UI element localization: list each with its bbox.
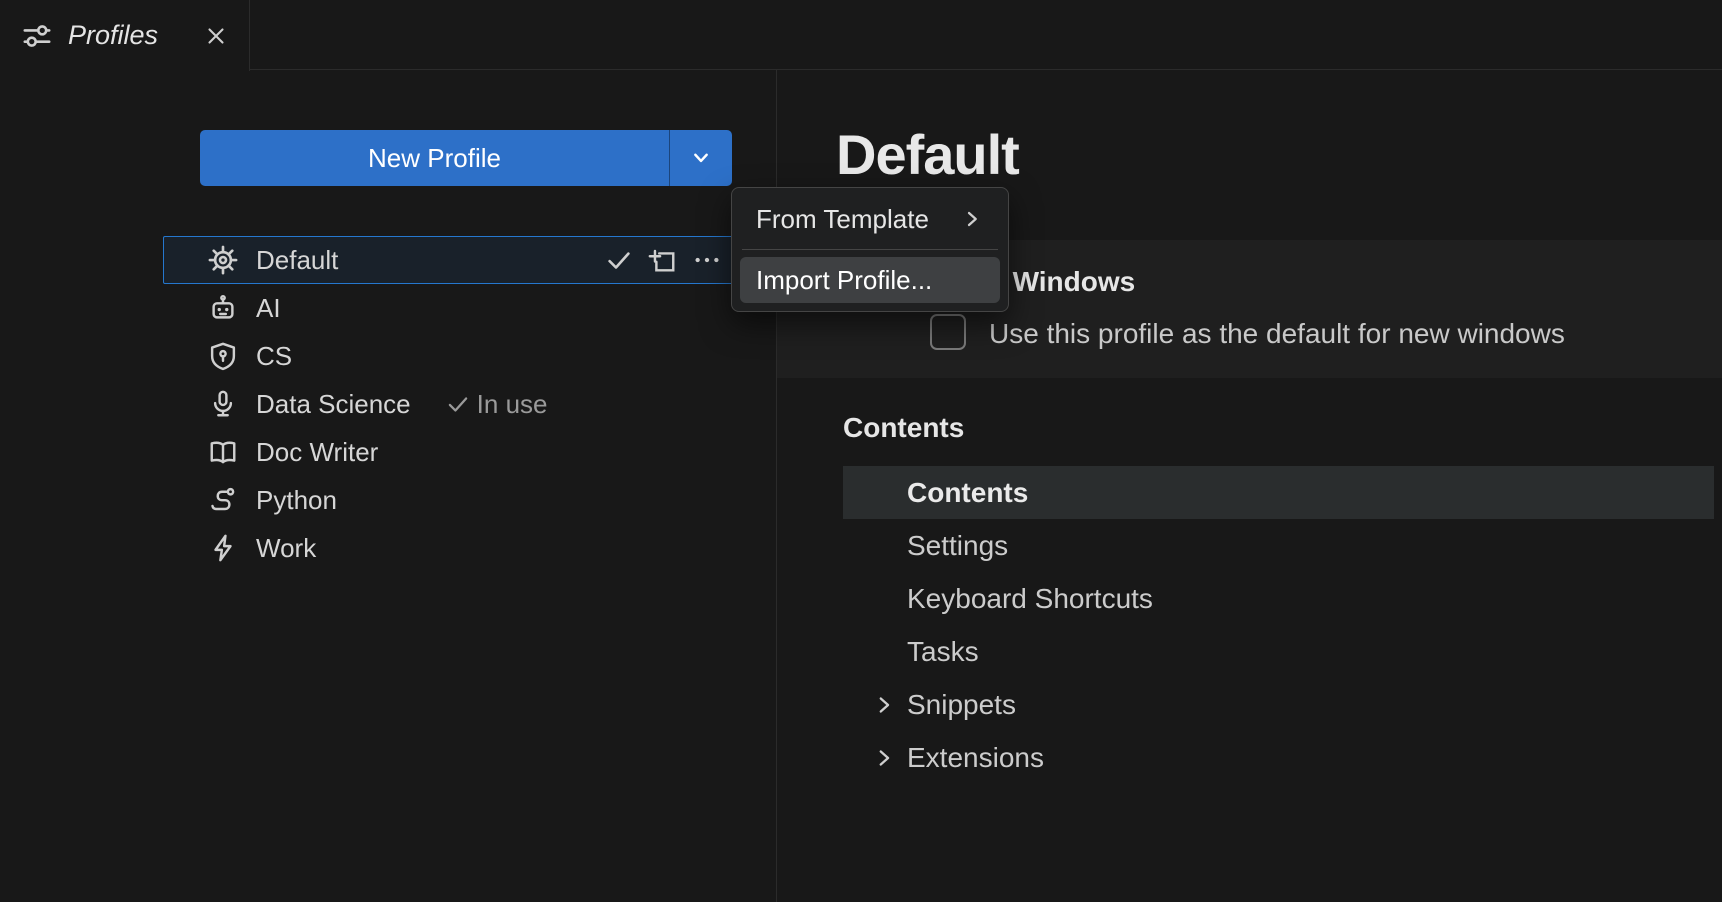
contents-heading: Contents [843, 412, 964, 444]
tree-row-label: Snippets [907, 689, 1016, 721]
profile-row-actions [604, 245, 724, 275]
tab-bar: Profiles [0, 0, 1722, 70]
profile-row-ai[interactable]: AI [163, 284, 735, 332]
tree-row-label: Tasks [907, 636, 979, 668]
robot-icon [208, 293, 238, 323]
tab-title: Profiles [68, 20, 187, 51]
tree-row-label: Extensions [907, 742, 1044, 774]
profiles-editor: Profiles New Profile [0, 0, 1722, 902]
menu-item-label: Import Profile... [756, 265, 932, 296]
more-actions-icon[interactable] [690, 245, 724, 275]
in-use-label: In use [477, 389, 548, 420]
profile-name: Python [256, 485, 337, 516]
in-use-badge: In use [445, 389, 548, 420]
check-icon [445, 391, 471, 417]
menu-item-import-profile[interactable]: Import Profile... [740, 257, 1000, 303]
chevron-down-icon [688, 145, 714, 171]
tree-row-snippets[interactable]: Snippets [843, 678, 1714, 731]
new-profile-split-button: New Profile [200, 130, 732, 186]
menu-item-label: From Template [756, 204, 929, 235]
gear-icon [208, 245, 238, 275]
profile-name: Data Science [256, 389, 411, 420]
snake-icon [208, 485, 238, 515]
profile-title: Default [836, 122, 1019, 187]
new-profile-dropdown-button[interactable] [670, 130, 732, 186]
new-window-icon[interactable] [647, 245, 677, 275]
profile-row-work[interactable]: Work [163, 524, 735, 572]
new-windows-checkbox-label: Use this profile as the default for new … [989, 318, 1565, 350]
profile-row-doc-writer[interactable]: Doc Writer [163, 428, 735, 476]
tree-row-label: Settings [907, 530, 1008, 562]
profile-list: Default [163, 236, 735, 572]
profile-name: Doc Writer [256, 437, 378, 468]
menu-item-from-template[interactable]: From Template [740, 196, 1000, 242]
tab-profiles[interactable]: Profiles [0, 0, 250, 71]
settings-sliders-icon [22, 21, 52, 51]
book-icon [208, 437, 238, 467]
contents-tree: Contents Settings Keyboard Shortcuts Tas… [843, 466, 1714, 784]
profile-name: AI [256, 293, 281, 324]
profile-row-python[interactable]: Python [163, 476, 735, 524]
new-profile-dropdown-menu: From Template Import Profile... [731, 187, 1009, 312]
chevron-right-icon [960, 207, 984, 231]
profile-row-cs[interactable]: CS [163, 332, 735, 380]
tree-row-keyboard-shortcuts[interactable]: Keyboard Shortcuts [843, 572, 1714, 625]
profile-name: Work [256, 533, 316, 564]
default-for-new-windows-checkbox[interactable] [930, 314, 966, 350]
profile-name: CS [256, 341, 292, 372]
microphone-icon [208, 389, 238, 419]
tree-row-label: Contents [907, 477, 1028, 509]
zap-icon [208, 533, 238, 563]
chevron-right-icon[interactable] [871, 692, 897, 718]
check-icon [604, 245, 634, 275]
tree-row-contents[interactable]: Contents [843, 466, 1714, 519]
profile-name: Default [256, 245, 338, 276]
shield-icon [208, 341, 238, 371]
profile-row-data-science[interactable]: Data Science In use [163, 380, 735, 428]
new-profile-button[interactable]: New Profile [200, 130, 670, 186]
tree-row-label: Keyboard Shortcuts [907, 583, 1153, 615]
tree-row-extensions[interactable]: Extensions [843, 731, 1714, 784]
chevron-right-icon[interactable] [871, 745, 897, 771]
close-icon[interactable] [203, 23, 229, 49]
profile-row-default[interactable]: Default [163, 236, 735, 284]
tree-row-settings[interactable]: Settings [843, 519, 1714, 572]
menu-separator [742, 249, 998, 250]
tree-row-tasks[interactable]: Tasks [843, 625, 1714, 678]
